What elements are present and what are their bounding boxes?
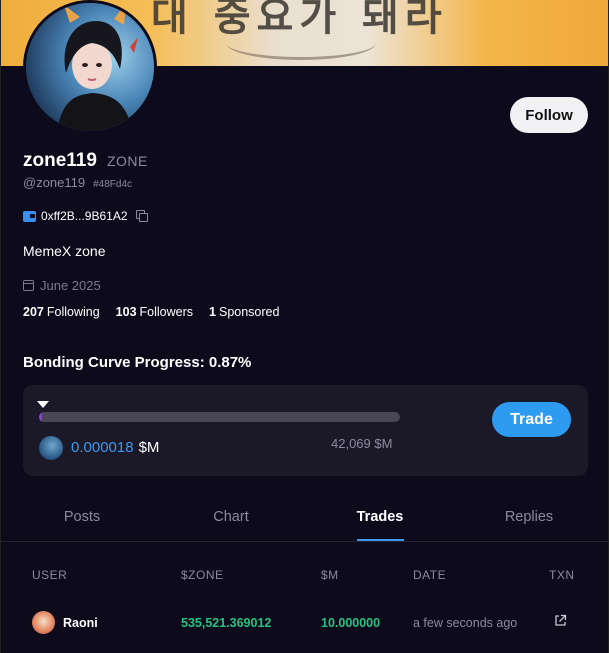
name-row: zone119 ZONE — [23, 150, 148, 172]
avatar-illustration — [26, 3, 154, 131]
trade-m-amount: 10.000000 — [321, 616, 381, 630]
sponsored-label: Sponsored — [218, 305, 280, 319]
profile-page: 대 중요가 돼라 Follow zone119 ZONE @zone119 #4… — [0, 0, 609, 653]
followers-label: Followers — [139, 305, 194, 319]
sponsored-stat[interactable]: 1 Sponsored — [209, 305, 279, 319]
token-price-unit: $M — [138, 439, 160, 456]
bonding-curve-title: Bonding Curve Progress: 0.87% — [23, 354, 252, 371]
following-label: Following — [46, 305, 100, 319]
followers-count: 103 — [115, 305, 137, 319]
active-tab-indicator — [357, 539, 404, 541]
trade-button[interactable]: Trade — [492, 402, 571, 437]
wallet-icon — [23, 210, 36, 222]
bonding-curve-card: 0.000018 $M 42,069 $M Trade — [23, 385, 588, 476]
column-header-txn: TXN — [549, 568, 575, 582]
following-count: 207 — [23, 305, 44, 319]
tab-chart[interactable]: Chart — [213, 509, 248, 525]
column-header-date: DATE — [413, 568, 447, 582]
token-price-row: 0.000018 $M — [71, 439, 159, 456]
market-cap: 42,069 $M — [331, 436, 393, 451]
copy-icon[interactable] — [135, 210, 148, 222]
follow-stats: 207 Following 103 Followers 1 Sponsored — [23, 305, 279, 319]
user-hash: #48Fd4c — [93, 179, 133, 190]
token-ticker: ZONE — [106, 153, 148, 169]
bonding-progress-bar — [39, 412, 400, 422]
profile-tabs: Posts Chart Trades Replies — [1, 497, 608, 542]
bonding-progress-fill — [39, 412, 43, 422]
banner-drawing — [226, 26, 376, 60]
handle-row: @zone119 #48Fd4c — [23, 175, 132, 190]
profile-bio: MemeX zone — [23, 243, 106, 259]
calendar-icon — [23, 280, 34, 291]
external-link-icon[interactable] — [554, 614, 567, 627]
trade-date: a few seconds ago — [413, 616, 518, 630]
trade-zone-amount: 535,521.369012 — [181, 616, 272, 630]
column-header-m: $M — [321, 568, 339, 582]
wallet-address: 0xff2B...9B61A2 — [41, 209, 128, 223]
sponsored-count: 1 — [209, 305, 216, 319]
followers-stat[interactable]: 103 Followers — [116, 305, 193, 319]
joined-date: June 2025 — [40, 278, 101, 293]
trader-name[interactable]: Raoni — [63, 616, 98, 630]
wallet-row: 0xff2B...9B61A2 — [23, 209, 148, 223]
profile-avatar[interactable] — [23, 0, 157, 134]
display-name: zone119 — [23, 150, 97, 171]
following-stat[interactable]: 207 Following — [23, 305, 100, 319]
progress-marker-icon — [37, 401, 49, 408]
tab-trades[interactable]: Trades — [357, 509, 404, 525]
trader-avatar[interactable] — [32, 611, 55, 634]
user-handle: @zone119 — [23, 175, 86, 190]
tab-posts[interactable]: Posts — [64, 509, 100, 525]
token-avatar — [39, 436, 63, 460]
column-header-zone: $ZONE — [181, 568, 224, 582]
column-header-user: USER — [32, 568, 68, 582]
follow-button[interactable]: Follow — [510, 97, 588, 133]
tab-replies[interactable]: Replies — [505, 509, 553, 525]
token-price: 0.000018 — [71, 439, 134, 456]
joined-row: June 2025 — [23, 278, 101, 293]
